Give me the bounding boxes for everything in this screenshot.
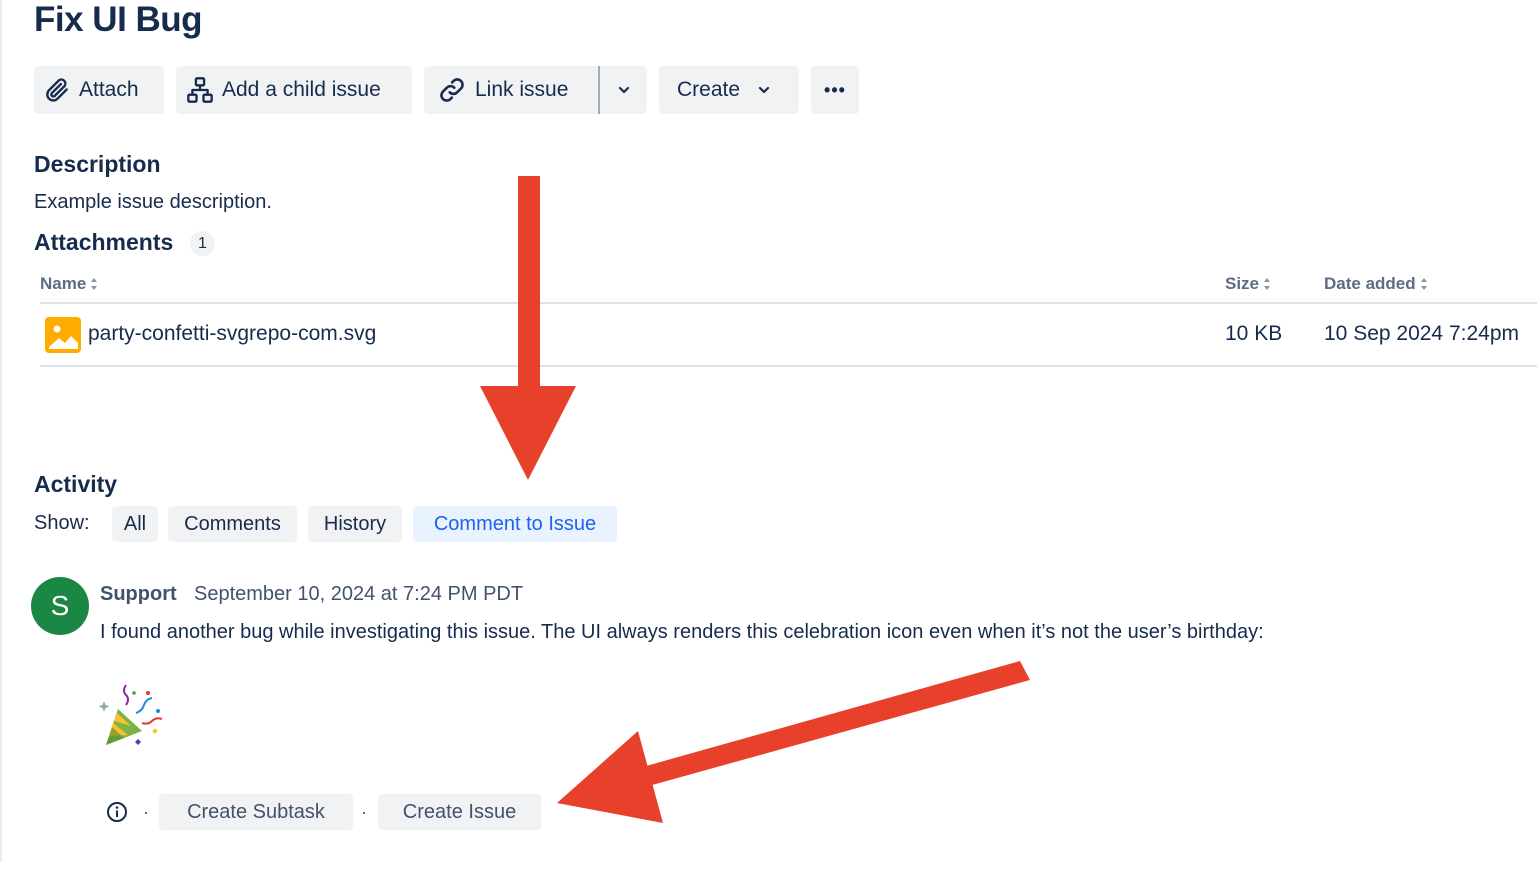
add-child-issue-label: Add a child issue — [222, 78, 381, 101]
tab-comments[interactable]: Comments — [168, 506, 297, 542]
create-subtask-button[interactable]: Create Subtask — [159, 794, 353, 830]
attach-label: Attach — [79, 78, 139, 101]
annotation-arrow-down — [480, 176, 576, 480]
annotation-arrow-left — [557, 661, 1030, 823]
comment-author[interactable]: Support — [100, 583, 177, 606]
description-heading: Description — [34, 151, 161, 177]
activity-show-label: Show: — [34, 512, 90, 534]
link-issue-label: Link issue — [475, 78, 569, 101]
activity-heading: Activity — [34, 471, 118, 497]
column-header-date-label: Date added — [1324, 274, 1416, 293]
create-dropdown-button[interactable]: Create — [659, 66, 799, 114]
confetti-icon — [98, 684, 163, 745]
tab-history[interactable]: History — [308, 506, 402, 542]
create-label: Create — [677, 78, 741, 101]
info-icon[interactable] — [106, 801, 128, 823]
avatar[interactable]: S — [31, 577, 89, 635]
comment-body: I found another bug while investigating … — [100, 621, 1264, 643]
more-actions-button[interactable]: ••• — [811, 66, 859, 114]
chevron-down-icon — [758, 86, 770, 94]
attachment-file-name[interactable]: party-confetti-svgrepo-com.svg — [88, 322, 376, 346]
tab-comment-to-issue[interactable]: Comment to Issue — [413, 506, 617, 542]
separator-dot: · — [361, 802, 367, 822]
attachment-date-added: 10 Sep 2024 7:24pm — [1324, 322, 1519, 345]
chevron-down-icon — [618, 86, 629, 94]
left-border — [0, 0, 2, 862]
tab-all[interactable]: All — [112, 506, 158, 542]
column-header-name[interactable]: Name — [40, 274, 98, 294]
table-row-divider — [40, 365, 1537, 367]
column-header-size-label: Size — [1225, 274, 1260, 293]
create-issue-button[interactable]: Create Issue — [378, 794, 541, 830]
issue-title: Fix UI Bug — [34, 0, 203, 39]
sort-icon — [1264, 278, 1271, 290]
separator-dot: · — [143, 802, 149, 822]
attachments-heading: Attachments — [34, 229, 174, 255]
attach-button[interactable]: Attach — [34, 66, 164, 114]
column-header-date[interactable]: Date added — [1324, 274, 1428, 294]
more-icon: ••• — [824, 79, 846, 100]
column-header-size[interactable]: Size — [1225, 274, 1271, 294]
sort-icon — [1420, 278, 1428, 290]
column-header-name-label: Name — [40, 274, 87, 293]
link-issue-button[interactable]: Link issue — [438, 66, 598, 114]
link-issue-group: Link issue — [424, 66, 647, 114]
add-child-issue-button[interactable]: Add a child issue — [176, 66, 412, 114]
link-icon — [440, 78, 464, 102]
attachment-file-size: 10 KB — [1225, 322, 1283, 345]
sort-icon — [91, 278, 98, 290]
paperclip-icon — [46, 78, 68, 102]
comment-timestamp[interactable]: September 10, 2024 at 7:24 PM PDT — [194, 583, 523, 606]
description-text[interactable]: Example issue description. — [34, 191, 272, 214]
image-file-icon — [45, 317, 81, 353]
table-header-divider — [40, 302, 1537, 304]
link-issue-dropdown-button[interactable] — [600, 66, 647, 114]
annotation-arrows — [480, 176, 1030, 823]
attachments-count-badge: 1 — [190, 231, 215, 256]
hierarchy-icon — [187, 77, 213, 103]
